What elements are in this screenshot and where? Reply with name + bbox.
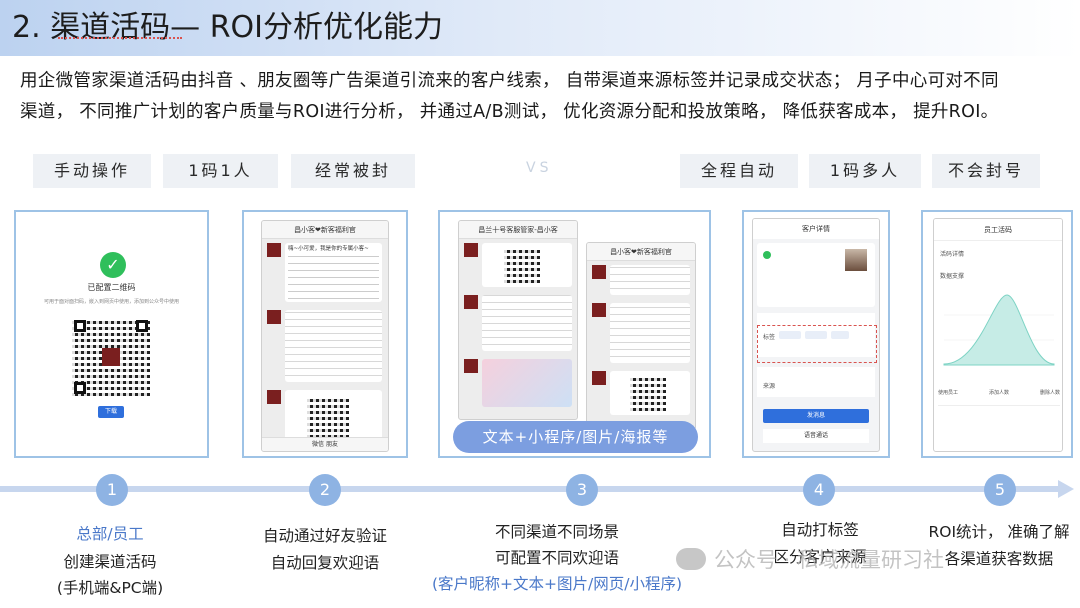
voice-call-button[interactable]: 语音通话 (763, 429, 869, 443)
qr-usage-hint: 可用于面对面扫码，嵌入到网页中使用，添加到公众号中使用 (43, 299, 179, 305)
detail-header: 客户详情 (753, 219, 879, 239)
tag-one-code-one-person: 1码1人 (163, 154, 278, 188)
source-label: 来源 (763, 383, 776, 390)
title-bar: 2. 渠道活码— ROI分析优化能力 (0, 0, 1080, 56)
qr-detail-row[interactable]: 活码详情 (940, 249, 964, 258)
chat-title: 昌小客❤新客福利官 (262, 221, 388, 239)
welcome-greeting: 嗨~小可爱，我是你的专属小客~ (288, 246, 369, 252)
caption-role: 总部/员工 (76, 525, 144, 543)
caption-step-2: 自动通过好友验证 自动回复欢迎语 (262, 527, 387, 572)
timeline-arrow-icon (1058, 480, 1074, 498)
qr-code-image (630, 375, 666, 411)
tag-one-code-many: 1码多人 (809, 154, 921, 188)
phone-chat-screen: 昌小客❤新客福利官 嗨~小可爱，我是你的专属小客~ 微信 朋友 (261, 220, 389, 452)
phone-chat-screen-a: 昌兰十号客服管家-昌小客 (458, 220, 578, 420)
qr-code-image (307, 396, 349, 438)
content-types-pill: 文本+小程序/图片/海报等 (453, 421, 698, 453)
chat-footer[interactable]: 微信 朋友 (262, 437, 388, 451)
customer-card (757, 243, 875, 307)
menu-bubble (285, 310, 383, 382)
caption-step-1: 总部/员工 创建渠道活码 (手机端&PC端) (40, 522, 180, 600)
wechat-official-account-icon (676, 548, 706, 570)
panel-auto-welcome: 昌小客❤新客福利官 嗨~小可爱，我是你的专属小客~ 微信 朋友 (242, 210, 408, 458)
stats-table-row (938, 405, 1060, 406)
step-1: 1 (96, 474, 128, 506)
wechat-icon (763, 251, 771, 259)
intro-line-2: 渠道， 不同推广计划的客户质量与ROI进行分析， 并通过A/B测试， 优化资源分… (20, 102, 999, 122)
welcome-bubble: 嗨~小可爱，我是你的专属小客~ (285, 243, 383, 302)
stats-header: 员工活码 (934, 219, 1062, 241)
step-2: 2 (309, 474, 341, 506)
stats-table-head: 使用员工 添加人数 删除人数 (938, 390, 1060, 396)
image-bubble (482, 359, 572, 407)
tag-automatic: 全程自动 (680, 154, 798, 188)
send-message-button[interactable]: 发消息 (763, 409, 869, 423)
tag-no-ban: 不会封号 (932, 154, 1040, 188)
phone-customer-detail: 客户详情 标签 来源 发消息 语音通话 (752, 218, 880, 452)
add-trend-chart (943, 294, 1055, 366)
customer-photo (845, 249, 867, 271)
qr-logo (102, 348, 120, 366)
caption-step-3: 不同渠道不同场景 可配置不同欢迎语 (客户昵称+文本+图片/网页/小程序) (431, 523, 682, 593)
phone-chat-screen-b: 昌小客❤新客福利官 (586, 242, 696, 430)
qr-code-image (72, 318, 150, 396)
vs-label: VS (526, 160, 553, 176)
avatar (267, 243, 281, 257)
tag-often-banned: 经常被封 (291, 154, 415, 188)
download-button[interactable]: 下载 (98, 406, 124, 418)
avatar (267, 390, 281, 404)
panel-qr-config: ✓ 已配置二维码 可用于面对面扫码，嵌入到网页中使用，添加到公众号中使用 下载 (14, 210, 209, 458)
intro-line-1: 用企微管家渠道活码由抖音 、朋友圈等广告渠道引流来的客户线索， 自带渠道来源标签… (20, 71, 999, 91)
panel-auto-tag: 客户详情 标签 来源 发消息 语音通话 (742, 210, 890, 458)
check-icon: ✓ (100, 252, 126, 278)
step-5: 5 (984, 474, 1016, 506)
spellcheck-underline (58, 37, 182, 39)
panel-roi-stats: 员工活码 活码详情 数据支撑 使用员工 添加人数 删除人数 (921, 210, 1073, 458)
data-support-row[interactable]: 数据支撑 (940, 271, 964, 280)
step-3: 3 (566, 474, 598, 506)
tag-manual: 手动操作 (33, 154, 151, 188)
tag-highlight-box (757, 325, 877, 363)
timeline-bar (0, 486, 1062, 492)
phone-qr-stats: 员工活码 活码详情 数据支撑 使用员工 添加人数 删除人数 (933, 218, 1063, 452)
chat-title: 昌兰十号客服管家-昌小客 (459, 221, 577, 239)
qr-configured-title: 已配置二维码 (87, 283, 136, 292)
intro-paragraph: 用企微管家渠道活码由抖音 、朋友圈等广告渠道引流来的客户线索， 自带渠道来源标签… (20, 66, 1070, 128)
menu-bubble (482, 295, 572, 351)
avatar (267, 310, 281, 324)
source-section: 来源 (757, 367, 875, 397)
qr-code-image (504, 247, 540, 283)
watermark: 公众号 · 私域流量研习社 (676, 544, 944, 574)
page-title: 2. 渠道活码— ROI分析优化能力 (12, 10, 444, 45)
chat-title: 昌小客❤新客福利官 (587, 243, 695, 261)
step-4: 4 (803, 474, 835, 506)
qr-bubble (285, 390, 383, 444)
